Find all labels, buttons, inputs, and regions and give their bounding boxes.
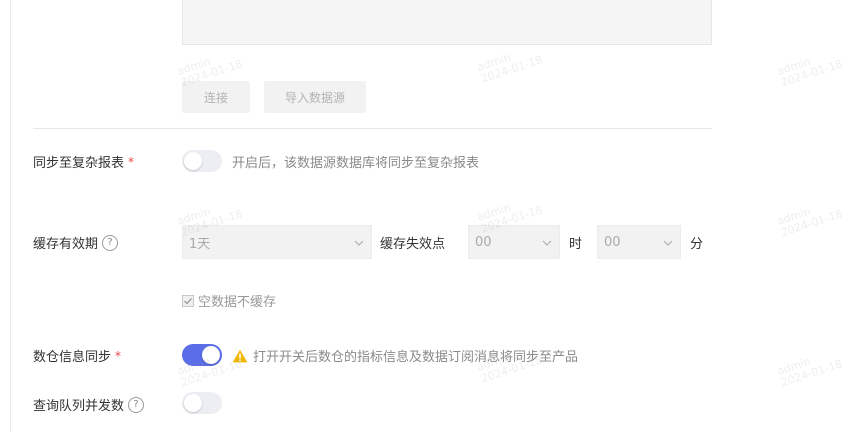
- no-cache-empty-checkbox[interactable]: [182, 294, 194, 307]
- sync-report-hint: 开启后，该数据源数据库将同步至复杂报表: [232, 156, 480, 171]
- cache-validity-label: 缓存有效期 ?: [33, 233, 119, 252]
- cache-minute-select[interactable]: 00: [597, 225, 681, 259]
- connect-button[interactable]: 连接: [182, 81, 250, 113]
- question-circle-icon[interactable]: ?: [102, 234, 119, 251]
- cache-validity-label-text: 缓存有效期: [33, 237, 99, 252]
- chevron-down-icon: [354, 240, 364, 246]
- minute-unit-label: 分: [690, 237, 704, 252]
- chevron-down-icon: [542, 240, 552, 246]
- cache-hour-select[interactable]: 00: [468, 225, 560, 259]
- warehouse-sync-label-text: 数仓信息同步: [33, 350, 112, 365]
- warehouse-sync-label: 数仓信息同步 *: [33, 346, 122, 366]
- import-datasource-button[interactable]: 导入数据源: [264, 81, 366, 113]
- sync-report-label: 同步至复杂报表 *: [33, 152, 135, 172]
- watermark: admin 2024-01-18: [775, 54, 845, 90]
- sync-report-toggle[interactable]: [182, 150, 222, 172]
- required-mark: *: [128, 154, 135, 169]
- cache-validity-select[interactable]: 1天: [182, 225, 372, 259]
- toggle-knob: [184, 152, 202, 170]
- cache-hour-value: 00: [475, 234, 492, 250]
- chevron-down-icon: [663, 240, 673, 246]
- watermark: admin 2024-01-18: [775, 204, 845, 240]
- toggle-knob: [202, 346, 220, 364]
- query-concurrency-label-text: 查询队列并发数: [33, 399, 125, 414]
- hour-unit-label: 时: [569, 237, 583, 252]
- section-divider: [33, 128, 712, 129]
- warning-icon: [232, 349, 248, 362]
- warehouse-sync-hint-text: 打开开关后数仓的指标信息及数据订阅消息将同步至产品: [253, 350, 579, 365]
- check-icon: [184, 297, 193, 305]
- toggle-knob: [184, 394, 202, 412]
- sync-report-label-text: 同步至复杂报表: [33, 156, 125, 171]
- cache-expire-label: 缓存失效点: [380, 237, 446, 252]
- no-cache-empty-checkbox-row[interactable]: 空数据不缓存: [182, 291, 276, 310]
- query-concurrency-toggle[interactable]: [182, 392, 222, 414]
- cache-validity-value: 1天: [189, 236, 211, 252]
- cache-minute-value: 00: [604, 234, 621, 250]
- watermark: admin 2024-01-18: [475, 50, 545, 86]
- query-concurrency-label: 查询队列并发数 ?: [33, 395, 145, 414]
- warehouse-sync-toggle[interactable]: [182, 344, 222, 366]
- question-circle-icon[interactable]: ?: [128, 396, 145, 413]
- required-mark: *: [115, 348, 122, 363]
- config-textarea[interactable]: [182, 0, 712, 45]
- watermark: admin 2024-01-18: [775, 354, 845, 390]
- warehouse-sync-hint: 打开开关后数仓的指标信息及数据订阅消息将同步至产品: [232, 346, 578, 365]
- left-border-line: [10, 0, 11, 432]
- no-cache-empty-label: 空数据不缓存: [198, 295, 277, 310]
